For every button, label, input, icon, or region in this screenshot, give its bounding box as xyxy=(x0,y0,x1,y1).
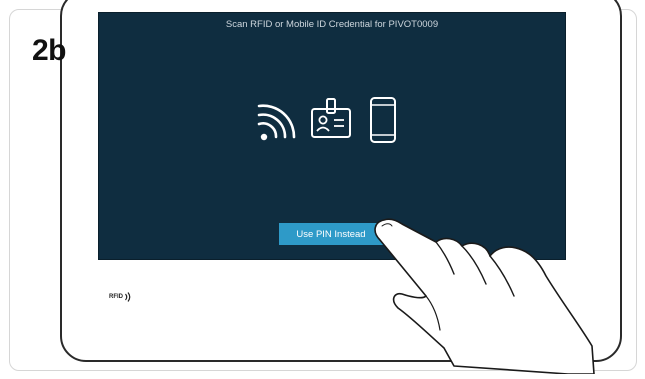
rfid-label: RFID xyxy=(109,294,123,300)
wireless-signal-icon xyxy=(257,104,296,141)
screen-title: Scan RFID or Mobile ID Credential for PI… xyxy=(225,19,439,30)
rfid-waves-icon xyxy=(125,292,131,302)
id-badge-icon xyxy=(311,98,351,138)
credential-icons xyxy=(249,95,409,147)
mobile-phone-icon xyxy=(370,97,396,143)
hand-pointer-icon xyxy=(374,218,595,374)
rfid-reader: RFID xyxy=(109,290,133,304)
step-label: 2b xyxy=(32,34,67,67)
